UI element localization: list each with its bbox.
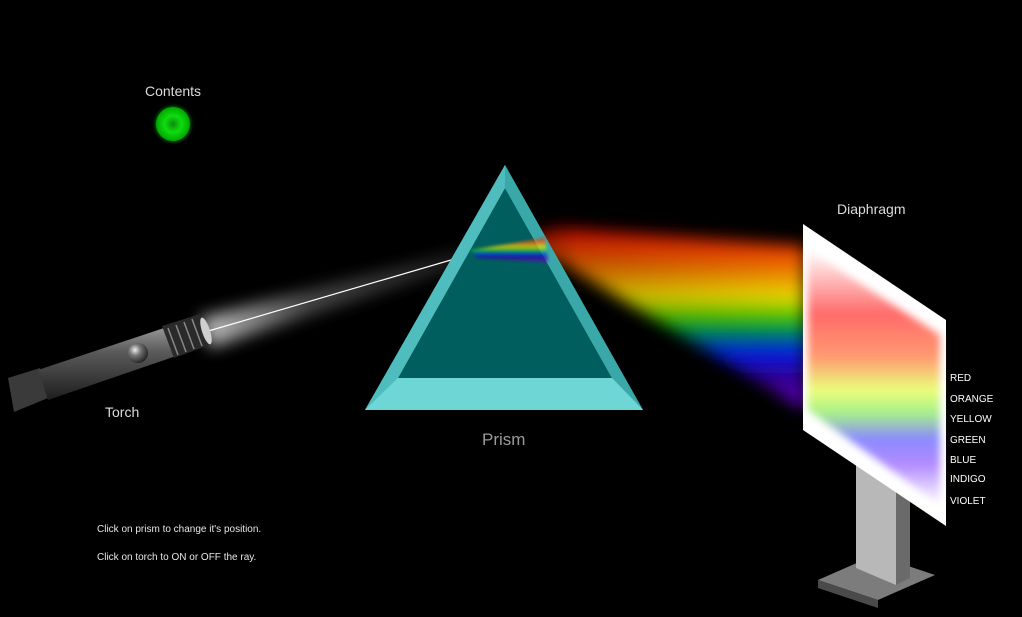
prism-label: Prism: [482, 430, 526, 449]
torch[interactable]: [8, 314, 214, 412]
band-label-red: RED: [950, 373, 972, 384]
contents-button[interactable]: [156, 107, 190, 141]
band-label-green: GREEN: [950, 435, 986, 446]
prism-instruction: Click on prism to change it's position.: [97, 524, 262, 535]
band-label-blue: BLUE: [950, 455, 977, 466]
contents-label: Contents: [145, 83, 202, 99]
band-label-indigo: INDIGO: [950, 474, 986, 485]
diaphragm-label: Diaphragm: [837, 201, 906, 217]
torch-label: Torch: [105, 404, 140, 420]
prism[interactable]: [365, 165, 643, 410]
band-label-yellow: YELLOW: [950, 414, 992, 425]
band-label-violet: VIOLET: [950, 496, 986, 507]
torch-instruction: Click on torch to ON or OFF the ray.: [97, 552, 257, 563]
band-label-orange: ORANGE: [950, 394, 994, 405]
